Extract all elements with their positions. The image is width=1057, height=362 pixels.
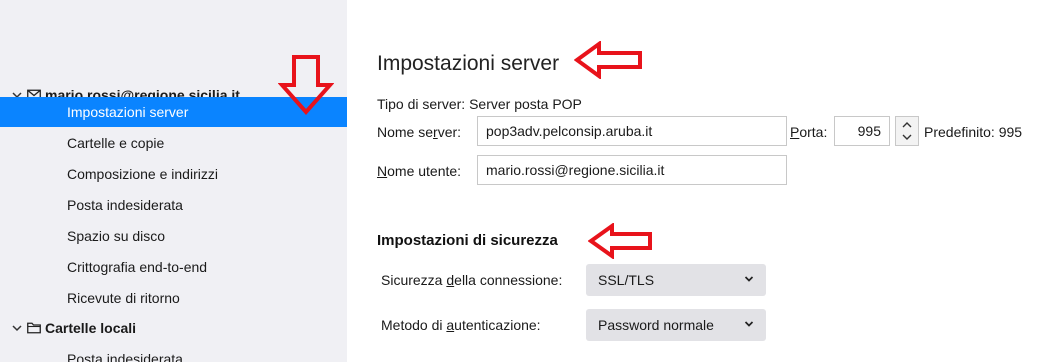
- username-label: Nome utente:: [377, 163, 462, 179]
- chevron-down-icon: [744, 276, 754, 282]
- security-section-title: Impostazioni di sicurezza: [377, 232, 558, 249]
- sidebar-item-label: Impostazioni server: [67, 104, 189, 120]
- server-type-label: Tipo di server: Server posta POP: [377, 96, 582, 112]
- page-title: Impostazioni server: [377, 52, 560, 75]
- account-settings-sidebar: mario.rossi@regione.sicilia.it Impostazi…: [0, 0, 347, 362]
- sidebar-item-label: Cartelle e copie: [67, 135, 165, 151]
- sidebar-item-label: Spazio su disco: [67, 228, 166, 244]
- sidebar-item-junk[interactable]: Posta indesiderata: [0, 190, 347, 220]
- default-port-label: Predefinito: 995: [924, 124, 1023, 140]
- sidebar-item-return-receipts[interactable]: Ricevute di ritorno: [0, 283, 347, 313]
- sidebar-item-label: Composizione e indirizzi: [67, 166, 218, 182]
- sidebar-item-disk-space[interactable]: Spazio su disco: [0, 221, 347, 251]
- sidebar-local-folders-row[interactable]: Cartelle locali: [0, 313, 347, 343]
- auth-method-label: Metodo di autenticazione:: [381, 317, 541, 333]
- sidebar-item-composition[interactable]: Composizione e indirizzi: [0, 159, 347, 189]
- auth-method-value: Password normale: [598, 317, 714, 333]
- sidebar-item-label: Crittografia end-to-end: [67, 259, 208, 275]
- folder-icon: [27, 322, 41, 334]
- chevron-down-icon: [744, 321, 754, 327]
- red-arrow-annotation: [574, 41, 642, 79]
- connection-security-label: Sicurezza della connessione:: [381, 272, 563, 288]
- port-field[interactable]: 995: [834, 116, 890, 146]
- chevron-up-icon[interactable]: [902, 121, 912, 129]
- sidebar-item-e2e-encryption[interactable]: Crittografia end-to-end: [0, 252, 347, 282]
- server-name-label: Nome server:: [377, 124, 462, 140]
- sidebar-local-folders-label: Cartelle locali: [45, 320, 137, 336]
- sidebar-item-folders-copies[interactable]: Cartelle e copie: [0, 128, 347, 158]
- sidebar-item-label: Ricevute di ritorno: [67, 290, 180, 306]
- username-field[interactable]: mario.rossi@regione.sicilia.it: [477, 155, 787, 185]
- port-label: Porta:: [790, 124, 828, 140]
- red-arrow-annotation: [588, 223, 652, 259]
- auth-method-select[interactable]: Password normale: [586, 309, 766, 341]
- server-settings-panel: Impostazioni server Tipo di server: Serv…: [347, 0, 1057, 362]
- chevron-down-icon[interactable]: [902, 133, 912, 141]
- sidebar-item-label: Posta indesiderata: [67, 197, 183, 213]
- red-arrow-annotation: [278, 55, 334, 116]
- chevron-down-icon[interactable]: [11, 322, 23, 334]
- sidebar-item-label: Posta indesiderata: [67, 351, 183, 362]
- connection-security-value: SSL/TLS: [598, 272, 655, 288]
- port-stepper[interactable]: [895, 116, 919, 146]
- server-name-field[interactable]: pop3adv.pelconsip.aruba.it: [477, 116, 787, 146]
- sidebar-item-local-junk[interactable]: Posta indesiderata: [0, 344, 347, 362]
- connection-security-select[interactable]: SSL/TLS: [586, 264, 766, 296]
